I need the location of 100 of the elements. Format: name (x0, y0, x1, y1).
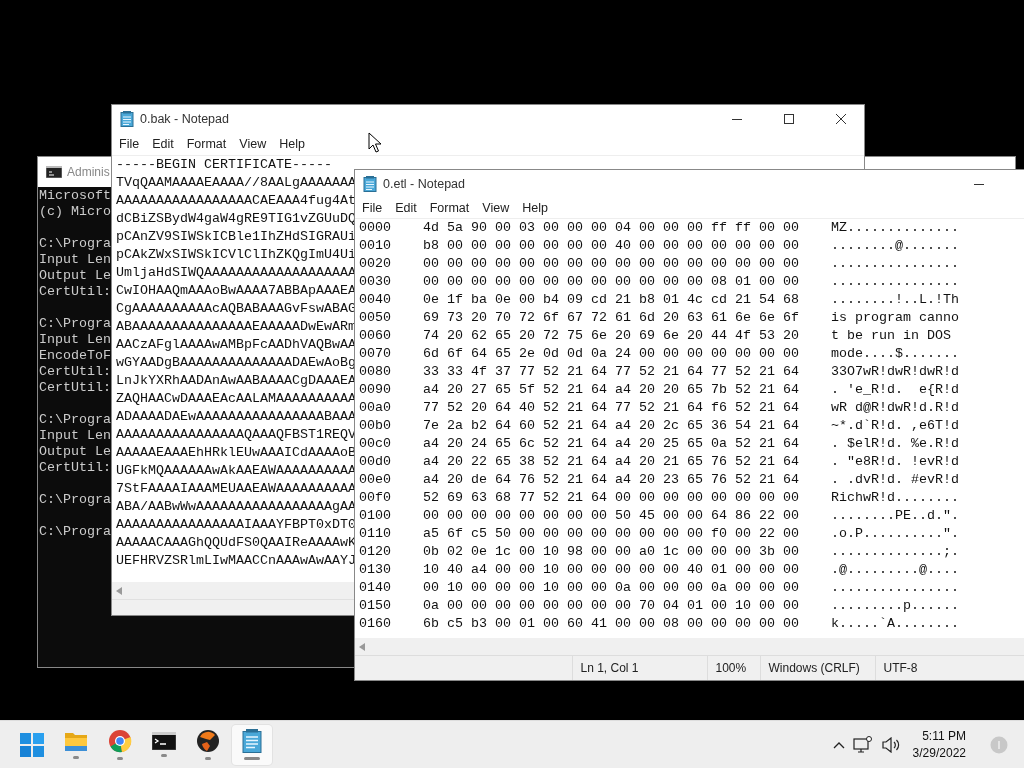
menu-item[interactable]: Help (516, 200, 554, 215)
menu-item[interactable]: View (476, 200, 516, 215)
text-line: wGYAADgBAAAAAAAAAAAAAADAEwAoBg (116, 354, 356, 372)
hex-bytes: 33 33 4f 37 77 52 21 64 (423, 363, 608, 381)
status-text: Windows (CRLF) (768, 661, 860, 675)
menu-item[interactable]: View (233, 137, 273, 151)
windows-icon (20, 732, 44, 757)
console-line: C:\Progra (39, 492, 111, 508)
network-icon[interactable] (852, 735, 873, 754)
hex-bytes: 0a 00 00 00 00 00 00 00 (423, 597, 608, 615)
hex-bytes: a4 20 21 65 76 52 21 64 (615, 453, 800, 471)
hex-bytes: 52 69 63 68 77 52 21 64 (423, 489, 608, 507)
menu-item[interactable]: File (113, 137, 146, 151)
console-line: Input Len (39, 428, 111, 444)
hex-bytes: 00 70 04 01 00 10 00 00 (615, 597, 800, 615)
hex-offset: 0140 (359, 579, 392, 597)
chevron-up-icon[interactable] (832, 740, 845, 749)
hex-bytes: 4d 5a 90 00 03 00 00 00 (423, 219, 608, 237)
menu-item[interactable]: Format (180, 137, 233, 151)
hex-offset: 00e0 (359, 471, 392, 489)
hex-bytes: 77 52 20 64 40 52 21 64 (423, 399, 608, 417)
hex-bytes: 77 52 21 64 77 52 21 64 (615, 363, 800, 381)
hex-offset: 0110 (359, 525, 392, 543)
notepad-icon (242, 729, 262, 753)
ascii-text: ........@....... (831, 237, 959, 255)
clock-time[interactable]: 5:11 PM (922, 727, 966, 745)
ascii-text: ........PE..d.". (831, 507, 959, 525)
menu-item[interactable]: File (356, 200, 389, 215)
ascii-text: ................ (831, 579, 959, 597)
volume-icon[interactable] (880, 736, 901, 753)
console-line: CertUtil: (39, 364, 111, 380)
hex-bytes: 00 00 00 00 00 00 00 00 (423, 255, 608, 273)
text-line: ABA/AABwWwAAAAAAAAAAAAAAAAAgAA (116, 498, 356, 516)
console-line: Microsoft (39, 188, 111, 204)
hex-bytes: 00 00 00 00 00 00 00 00 (615, 489, 800, 507)
text-line: LnJkYXRhAADAnAwAABAAAACgDAAAEA (116, 372, 356, 390)
status-text: Ln 1, Col 1 (580, 661, 639, 675)
hex-bytes: 00 00 00 00 00 00 00 00 (423, 273, 608, 291)
console-icon (46, 166, 62, 178)
hex-bytes: 61 6d 20 63 61 6e 6e 6f (615, 309, 800, 327)
text-line: AAAAACAAAGhQQUdFS0QAAIReAAAAwK (116, 534, 356, 552)
hex-bytes: a4 20 2c 65 36 54 21 64 (615, 417, 800, 435)
text-line: -----BEGIN CERTIFICATE----- (116, 156, 332, 174)
hex-offset: 0080 (359, 363, 392, 381)
hex-bytes: 00 00 00 00 00 00 00 00 (423, 507, 608, 525)
tricolor-circle-icon (108, 729, 132, 753)
hex-offset: 0010 (359, 237, 392, 255)
notepad-icon (120, 111, 134, 127)
hex-offset: 00a0 (359, 399, 392, 417)
hex-offset: 0060 (359, 327, 392, 345)
text-line: CgAAAAAAAAAAcAQBABAAAGvFswABAG (116, 300, 356, 318)
hex-offset: 0160 (359, 615, 392, 633)
hex-bytes: a4 20 25 65 0a 52 21 64 (615, 435, 800, 453)
hex-bytes: a4 20 22 65 38 52 21 64 (423, 453, 608, 471)
menu-item[interactable]: Edit (389, 200, 423, 215)
hex-bytes: 00 10 00 00 00 10 00 00 (423, 579, 608, 597)
left-arrow-icon[interactable] (359, 642, 365, 651)
hex-bytes: 69 73 20 70 72 6f 67 72 (423, 309, 608, 327)
hex-bytes: 04 00 00 00 ff ff 00 00 (615, 219, 800, 237)
text-line: ABAAAAAAAAAAAAAAAEAAAAADwEwARm (116, 318, 356, 336)
console-line: Output Le (39, 268, 111, 284)
ascii-text: ................ (831, 273, 959, 291)
hex-offset: 0020 (359, 255, 392, 273)
hex-bytes: 00 a0 1c 00 00 00 3b 00 (615, 543, 800, 561)
hex-offset: 0000 (359, 219, 392, 237)
clock-date[interactable]: 3/29/2022 (912, 744, 966, 762)
text-line: pCAnZV9SIWSkICBle1IhZHdSIGRAUi (116, 228, 356, 246)
close-icon (836, 114, 846, 124)
status-text: UTF-8 (883, 661, 918, 675)
hex-bytes: 24 00 00 00 00 00 00 00 (615, 345, 800, 363)
hex-bytes: 74 20 62 65 20 72 75 6e (423, 327, 608, 345)
status-text: 100% (715, 661, 747, 675)
window-title: 0.bak - Notepad (140, 112, 229, 126)
console-line: CertUtil: (39, 380, 111, 396)
hex-bytes: 10 40 a4 00 00 10 00 00 (423, 561, 608, 579)
hex-bytes: 00 00 00 00 00 00 00 00 (615, 255, 800, 273)
menu-item[interactable]: Edit (146, 137, 180, 151)
hex-bytes: a4 20 23 65 76 52 21 64 (615, 471, 800, 489)
text-line: AAAAAEAAAEhHRklEUwAAAICdAAAAoB (116, 444, 356, 462)
menu-item[interactable]: Format (423, 200, 476, 215)
sphere-icon (196, 729, 220, 753)
terminal-icon (152, 732, 176, 750)
ascii-text: k.....`A........ (831, 615, 959, 633)
hex-offset: 0150 (359, 597, 392, 615)
hex-offset: 0120 (359, 543, 392, 561)
ascii-text: wR d@R!dwR!d.R!d (831, 399, 959, 417)
menu-item[interactable]: Help (273, 137, 311, 151)
ascii-text: MZ.............. (831, 219, 959, 237)
text-line: pCAkZWxSIWSkICVlClIhZKQgImU4Ui (116, 246, 356, 264)
console-line: Input Len (39, 332, 111, 348)
console-line: C:\Progra (39, 412, 111, 428)
ascii-text: 33O7wR!dwR!dwR!d (831, 363, 959, 381)
hex-bytes: 6d 6f 64 65 2e 0d 0d 0a (423, 345, 608, 363)
left-arrow-icon[interactable] (116, 586, 122, 595)
window-title: Adminis (67, 165, 110, 179)
text-line: ADAAAADAEwAAAAAAAAAAAAAAAABAAA (116, 408, 356, 426)
text-line: ZAQHAACwDAAAEAcAALAMAAAAAAAAAA (116, 390, 356, 408)
console-line: (c) Micro (39, 204, 111, 220)
hex-bytes: 50 45 00 00 64 86 22 00 (615, 507, 800, 525)
text-line: CwIOHAAQmAAAoBwAAAA7ABBApAAAEA (116, 282, 356, 300)
